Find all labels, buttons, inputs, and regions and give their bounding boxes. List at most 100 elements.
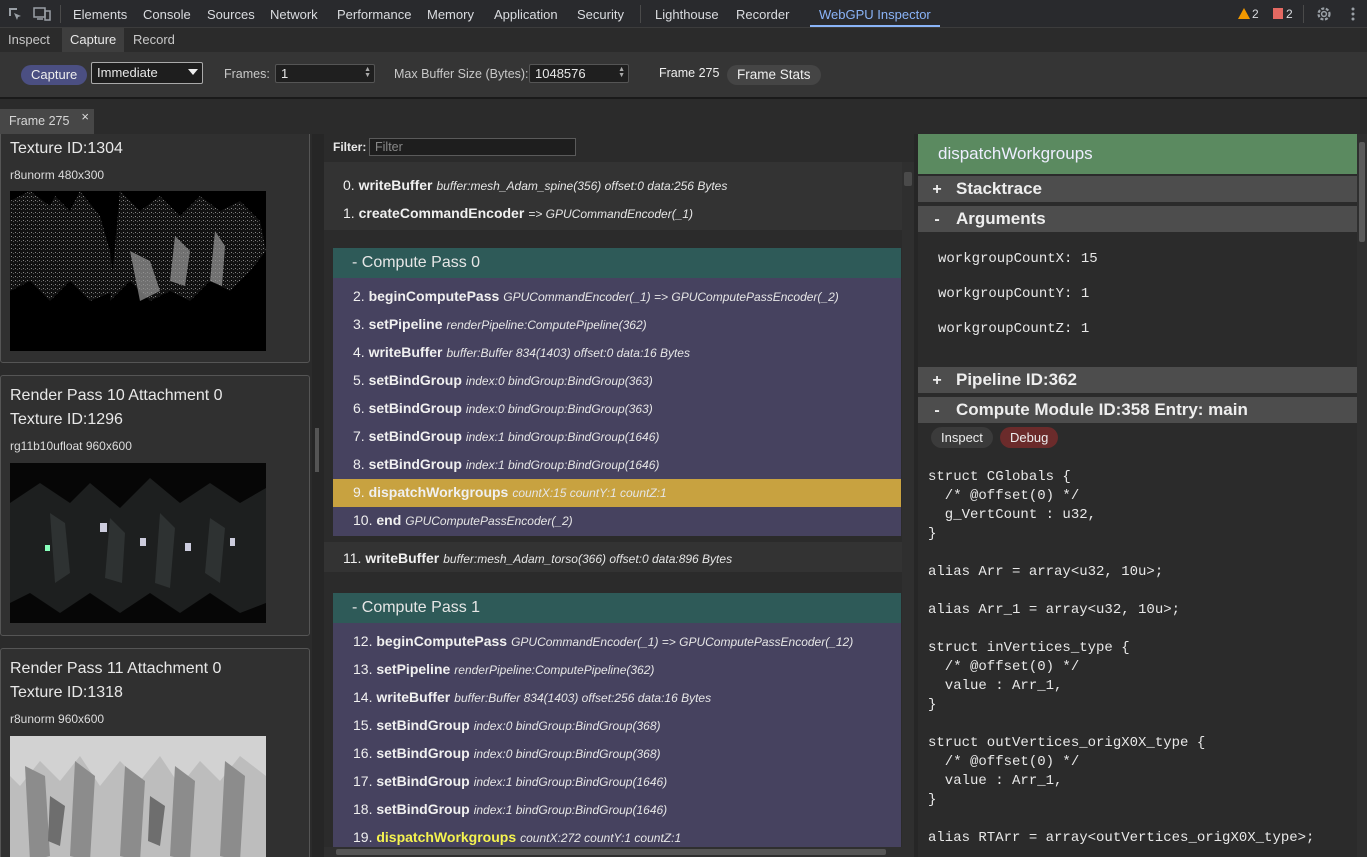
command-row[interactable]: 4. writeBuffer buffer:Buffer 834(1403) of… bbox=[353, 344, 690, 360]
expand-plus-icon[interactable]: + bbox=[918, 177, 956, 203]
command-args: renderPipeline:ComputePipeline(362) bbox=[454, 663, 655, 677]
spinner-icon[interactable]: ▲ ▼ bbox=[364, 66, 371, 79]
command-row[interactable]: 16. setBindGroup index:0 bindGroup:BindGr… bbox=[353, 745, 661, 761]
splitter-handle[interactable] bbox=[315, 428, 319, 472]
devtools-tab-elements[interactable]: Elements bbox=[73, 0, 127, 28]
command-name: dispatchWorkgroups bbox=[376, 829, 517, 845]
expand-plus-icon[interactable]: + bbox=[918, 368, 956, 394]
devtools-tab-application[interactable]: Application bbox=[494, 0, 558, 28]
collapse-minus-icon[interactable]: - bbox=[918, 398, 956, 424]
debug-shader-button[interactable]: Debug bbox=[1000, 427, 1059, 448]
command-name: writeBuffer bbox=[358, 177, 433, 193]
devtools-tab-recorder[interactable]: Recorder bbox=[736, 0, 789, 28]
command-row[interactable]: 18. setBindGroup index:1 bindGroup:BindGr… bbox=[353, 801, 667, 817]
command-row[interactable]: 17. setBindGroup index:1 bindGroup:BindGr… bbox=[353, 773, 667, 789]
command-name: setBindGroup bbox=[368, 456, 462, 472]
texture-preview[interactable] bbox=[10, 463, 266, 623]
tab-capture[interactable]: Capture bbox=[62, 28, 125, 52]
details-title: dispatchWorkgroups bbox=[918, 134, 1357, 174]
texture-card[interactable]: Texture ID:1304 r8unorm 480x300 bbox=[0, 134, 310, 363]
texture-preview[interactable] bbox=[10, 191, 266, 351]
compute-pass-header[interactable]: - Compute Pass 0 bbox=[333, 248, 901, 278]
command-row[interactable]: 13. setPipeline renderPipeline:ComputePip… bbox=[353, 661, 654, 677]
compute-module-section[interactable]: - Compute Module ID:358 Entry: main bbox=[918, 395, 1357, 423]
command-row[interactable]: 1. createCommandEncoder => GPUCommandEnco… bbox=[343, 205, 693, 221]
max-buffer-input[interactable]: 1048576 ▲ ▼ bbox=[529, 64, 629, 83]
command-args: index:0 bindGroup:BindGroup(363) bbox=[465, 402, 653, 416]
command-args: index:0 bindGroup:BindGroup(363) bbox=[465, 374, 653, 388]
command-row[interactable]: 15. setBindGroup index:0 bindGroup:BindGr… bbox=[353, 717, 661, 733]
command-index: 6. bbox=[353, 400, 365, 416]
command-name: beginComputePass bbox=[368, 288, 500, 304]
command-index: 17. bbox=[353, 773, 373, 789]
command-list-scrollbar[interactable] bbox=[902, 162, 914, 857]
tab-record[interactable]: Record bbox=[125, 28, 183, 52]
filter-input[interactable] bbox=[369, 138, 576, 156]
command-list-hscrollbar[interactable] bbox=[324, 847, 902, 857]
shader-source-code[interactable]: struct CGlobals { /* @offset(0) */ g_Ver… bbox=[928, 468, 1353, 848]
frames-label: Frames: bbox=[224, 67, 270, 81]
command-args: countX:272 countY:1 countZ:1 bbox=[520, 831, 682, 845]
command-row[interactable]: 8. setBindGroup index:1 bindGroup:BindGro… bbox=[353, 456, 659, 472]
device-toolbar-icon[interactable] bbox=[33, 6, 51, 22]
texture-id: Texture ID:1318 bbox=[10, 684, 123, 701]
devtools-tab-webgpu-inspector[interactable]: WebGPU Inspector bbox=[810, 0, 940, 28]
command-name: setBindGroup bbox=[376, 773, 470, 789]
close-icon[interactable]: × bbox=[81, 104, 89, 129]
inspect-shader-button[interactable]: Inspect bbox=[931, 427, 993, 448]
devtools-tab-memory[interactable]: Memory bbox=[427, 0, 474, 28]
command-index: 7. bbox=[353, 428, 365, 444]
tab-inspect[interactable]: Inspect bbox=[0, 28, 58, 52]
capture-mode-select[interactable]: Immediate bbox=[91, 62, 203, 84]
spinner-icon[interactable]: ▲ ▼ bbox=[618, 66, 625, 79]
devtools-tab-lighthouse[interactable]: Lighthouse bbox=[655, 0, 719, 28]
command-name: setBindGroup bbox=[376, 745, 470, 761]
frames-input[interactable]: 1 ▲ ▼ bbox=[275, 64, 375, 83]
command-row[interactable]: 0. writeBuffer buffer:mesh_Adam_spine(356… bbox=[343, 177, 727, 193]
frame-stats-button[interactable]: Frame Stats bbox=[727, 65, 821, 85]
command-row[interactable]: 3. setPipeline renderPipeline:ComputePipe… bbox=[353, 316, 647, 332]
capture-button[interactable]: Capture bbox=[21, 65, 88, 85]
command-row[interactable]: 19. dispatchWorkgroups countX:272 countY:… bbox=[353, 829, 681, 845]
command-row[interactable]: 11. writeBuffer buffer:mesh_Adam_torso(36… bbox=[343, 550, 732, 566]
stacktrace-label: Stacktrace bbox=[956, 179, 1043, 198]
command-args: index:1 bindGroup:BindGroup(1646) bbox=[465, 430, 660, 444]
texture-preview[interactable] bbox=[10, 736, 266, 857]
inspect-element-icon[interactable] bbox=[7, 6, 23, 22]
scrollbar-thumb[interactable] bbox=[336, 849, 886, 855]
frame-tab[interactable]: Frame 275 × bbox=[0, 109, 94, 134]
more-vertical-icon[interactable] bbox=[1345, 6, 1361, 22]
devtools-tab-security[interactable]: Security bbox=[577, 0, 624, 28]
command-row[interactable]: 6. setBindGroup index:0 bindGroup:BindGro… bbox=[353, 400, 653, 416]
command-args: index:1 bindGroup:BindGroup(1646) bbox=[473, 775, 668, 789]
command-row[interactable]: 14. writeBuffer buffer:Buffer 834(1403) o… bbox=[353, 689, 711, 705]
panel-splitter[interactable] bbox=[312, 134, 324, 857]
command-row[interactable]: 12. beginComputePass GPUCommandEncoder(_1… bbox=[353, 633, 853, 649]
texture-list-panel: Texture ID:1304 r8unorm 480x300 Render P… bbox=[0, 134, 312, 857]
compute-pass-header[interactable]: - Compute Pass 1 bbox=[333, 593, 901, 623]
scrollbar-thumb[interactable] bbox=[1359, 142, 1365, 242]
command-row[interactable]: 7. setBindGroup index:1 bindGroup:BindGro… bbox=[353, 428, 659, 444]
devtools-tab-console[interactable]: Console bbox=[143, 0, 191, 28]
command-name: setBindGroup bbox=[368, 372, 462, 388]
devtools-tab-sources[interactable]: Sources bbox=[207, 0, 255, 28]
texture-card[interactable]: Render Pass 10 Attachment 0 Texture ID:1… bbox=[0, 375, 310, 636]
pipeline-section[interactable]: + Pipeline ID:362 bbox=[918, 365, 1357, 393]
warnings-badge[interactable]: 2 bbox=[1238, 6, 1259, 22]
collapse-minus-icon[interactable]: - bbox=[918, 207, 956, 233]
stacktrace-section[interactable]: + Stacktrace bbox=[918, 174, 1357, 202]
command-args: renderPipeline:ComputePipeline(362) bbox=[446, 318, 647, 332]
command-row[interactable]: 9. dispatchWorkgroups countX:15 countY:1 … bbox=[353, 484, 667, 500]
arguments-section[interactable]: - Arguments bbox=[918, 204, 1357, 232]
command-row[interactable]: 2. beginComputePass GPUCommandEncoder(_1)… bbox=[353, 288, 839, 304]
command-args: GPUCommandEncoder(_1) => GPUComputePassE… bbox=[511, 635, 854, 649]
devtools-tab-network[interactable]: Network bbox=[270, 0, 318, 28]
command-row[interactable]: 10. end GPUComputePassEncoder(_2) bbox=[353, 512, 573, 528]
devtools-tab-performance[interactable]: Performance bbox=[337, 0, 411, 28]
details-scrollbar[interactable] bbox=[1357, 134, 1367, 857]
command-row[interactable]: 5. setBindGroup index:0 bindGroup:BindGro… bbox=[353, 372, 653, 388]
settings-gear-icon[interactable] bbox=[1315, 5, 1331, 21]
scrollbar-thumb[interactable] bbox=[904, 172, 912, 186]
errors-badge[interactable]: 2 bbox=[1273, 6, 1293, 22]
texture-card[interactable]: Render Pass 11 Attachment 0 Texture ID:1… bbox=[0, 648, 310, 857]
